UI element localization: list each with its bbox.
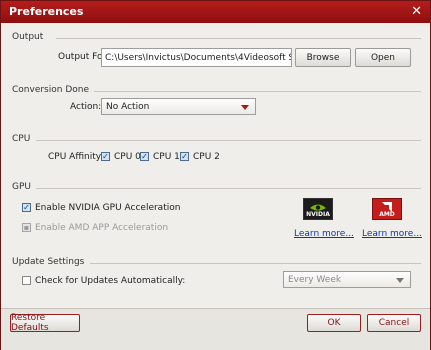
- action-label: Action:: [70, 102, 102, 112]
- divider: [36, 140, 421, 141]
- title-bar[interactable]: Preferences ✕: [1, 1, 430, 23]
- section-cpu-label: CPU: [12, 134, 31, 144]
- section-update-label: Update Settings: [12, 257, 85, 267]
- browse-button[interactable]: Browse: [295, 48, 351, 67]
- nvidia-label: Enable NVIDIA GPU Acceleration: [35, 203, 181, 213]
- nvidia-checkbox[interactable]: ✓: [22, 203, 31, 212]
- chevron-down-icon: [396, 278, 404, 283]
- output-folder-field[interactable]: C:\Users\Invictus\Documents\4Videosoft S…: [101, 48, 292, 67]
- cancel-button[interactable]: Cancel: [367, 314, 421, 332]
- section-conversion-label: Conversion Done: [12, 85, 89, 95]
- divider: [90, 263, 421, 264]
- update-frequency-value: Every Week: [288, 275, 342, 285]
- ok-button[interactable]: OK: [307, 314, 361, 332]
- divider: [94, 91, 421, 92]
- section-output-label: Output: [12, 32, 44, 42]
- cpu1-checkbox[interactable]: ✓: [140, 152, 149, 161]
- amd-logo-text: AMD: [379, 211, 395, 218]
- cpu2-label: CPU 2: [193, 152, 220, 162]
- chevron-down-icon: [241, 105, 249, 110]
- cpu0-checkbox[interactable]: ✓: [101, 152, 110, 161]
- cpu1-label: CPU 1: [153, 152, 180, 162]
- amd-logo: AMD: [372, 198, 402, 220]
- open-button[interactable]: Open: [355, 48, 411, 67]
- action-dropdown[interactable]: No Action: [101, 98, 256, 115]
- preferences-window: Preferences ✕ Output Output Folder: C:\U…: [0, 0, 431, 350]
- update-frequency-dropdown[interactable]: Every Week: [283, 271, 411, 288]
- restore-defaults-button[interactable]: Restore Defaults: [10, 313, 80, 333]
- nvidia-logo-text: NVIDIA: [306, 211, 330, 218]
- amd-checkbox[interactable]: ▪: [22, 223, 31, 232]
- learn-more-amd-link[interactable]: Learn more...: [362, 229, 422, 239]
- cpu0-label: CPU 0: [114, 152, 141, 162]
- nvidia-logo: NVIDIA: [303, 198, 333, 220]
- check-updates-label: Check for Updates Automatically:: [35, 276, 186, 286]
- learn-more-nvidia-link[interactable]: Learn more...: [294, 229, 354, 239]
- cpu-affinity-label: CPU Affinity:: [48, 152, 104, 162]
- check-updates-checkbox[interactable]: [22, 276, 31, 285]
- action-value: No Action: [106, 102, 150, 112]
- close-icon[interactable]: ✕: [411, 4, 422, 19]
- divider: [36, 188, 421, 189]
- section-gpu-label: GPU: [12, 182, 31, 192]
- window-title: Preferences: [9, 5, 84, 18]
- cpu2-checkbox[interactable]: ✓: [180, 152, 189, 161]
- amd-label: Enable AMD APP Acceleration: [35, 223, 169, 233]
- divider: [56, 38, 421, 39]
